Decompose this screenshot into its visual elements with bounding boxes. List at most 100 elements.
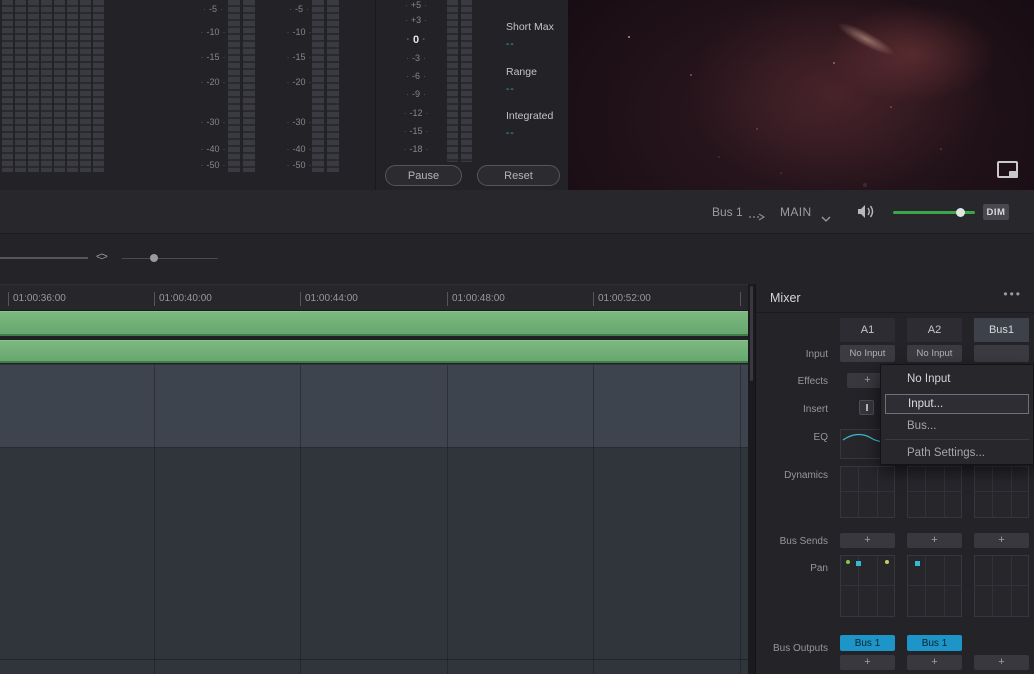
meter-scale: -5 -10 -15 -20 -30 -40 -50 bbox=[196, 0, 230, 170]
loudness-scale-label: -15 bbox=[396, 126, 436, 136]
timeline-ruler[interactable]: 01:00:36:00 01:00:40:00 01:00:44:00 01:00:4… bbox=[0, 284, 748, 311]
vertical-scrollbar[interactable] bbox=[748, 284, 755, 674]
input-context-menu: No Input Input... Bus... Path Settings..… bbox=[880, 364, 1034, 465]
level-meter-bar bbox=[80, 0, 91, 172]
mixer-title: Mixer bbox=[770, 291, 801, 305]
loudness-scale-label: -12 bbox=[396, 108, 436, 118]
monitor-source-select[interactable]: Bus 1 bbox=[712, 205, 743, 219]
meter-scale-label: -50 bbox=[196, 160, 230, 170]
row-label-effects: Effects bbox=[797, 376, 828, 387]
dynamics-display[interactable] bbox=[840, 466, 895, 518]
audio-clip-track2[interactable] bbox=[0, 340, 748, 363]
add-bus-send-button[interactable]: + bbox=[840, 533, 895, 548]
channel-header[interactable]: A2 bbox=[907, 318, 962, 342]
menu-item-no-input[interactable]: No Input bbox=[885, 369, 1029, 389]
dynamics-display[interactable] bbox=[907, 466, 962, 518]
insert-button[interactable] bbox=[859, 400, 874, 415]
ruler-tick bbox=[154, 292, 155, 306]
speaker-icon[interactable] bbox=[857, 204, 876, 224]
video-viewer bbox=[568, 0, 1034, 190]
pan-pad[interactable] bbox=[907, 555, 962, 617]
ruler-timecode: 01:00:48:00 bbox=[452, 293, 505, 304]
pan-position-marker bbox=[856, 561, 861, 566]
zoom-knob[interactable] bbox=[150, 254, 158, 262]
meter-scale-label: -40 bbox=[282, 144, 316, 154]
video-highlight bbox=[834, 18, 898, 61]
add-bus-output-button[interactable]: + bbox=[974, 655, 1029, 670]
row-label-bus-outputs: Bus Outputs bbox=[772, 643, 828, 654]
stat-label: Range bbox=[506, 66, 537, 78]
ruler-timecode: 01:00:52:00 bbox=[598, 293, 651, 304]
bus-output-button[interactable]: Bus 1 bbox=[840, 635, 895, 651]
bus-output-button[interactable]: Bus 1 bbox=[907, 635, 962, 651]
add-bus-output-button[interactable]: + bbox=[907, 655, 962, 670]
meter-scale-label: -30 bbox=[196, 117, 230, 127]
input-select[interactable] bbox=[974, 345, 1029, 362]
channel-strip-a2: A2 No Input + + Bus 1 + bbox=[907, 284, 962, 674]
scrollbar-thumb[interactable] bbox=[750, 286, 753, 381]
loudness-scale-label: -9 bbox=[396, 89, 436, 99]
channel-header[interactable]: Bus1 bbox=[974, 318, 1029, 342]
video-particles bbox=[628, 36, 630, 38]
pan-pad[interactable] bbox=[974, 555, 1029, 617]
ruler-tick bbox=[300, 292, 301, 306]
add-bus-send-button[interactable]: + bbox=[907, 533, 962, 548]
timeline[interactable]: 01:00:36:00 01:00:40:00 01:00:44:00 01:00:4… bbox=[0, 284, 748, 674]
add-bus-send-button[interactable]: + bbox=[974, 533, 1029, 548]
loudness-scale: +5 +3 0 -3 -6 -9 -12 -15 -18 bbox=[396, 0, 436, 170]
loudness-stat-short-max: Short Max -- bbox=[506, 21, 566, 50]
meter-scale-label: -20 bbox=[196, 77, 230, 87]
input-select[interactable]: No Input bbox=[907, 345, 962, 362]
horizontal-scrollbar[interactable] bbox=[0, 257, 88, 259]
monitor-target-select[interactable]: MAIN bbox=[780, 205, 812, 219]
pan-dot-left bbox=[846, 560, 850, 564]
add-bus-output-button[interactable]: + bbox=[840, 655, 895, 670]
menu-item-input[interactable]: Input... bbox=[885, 394, 1029, 414]
meter-scale-label: -30 bbox=[282, 117, 316, 127]
meter-scale-label: -15 bbox=[196, 52, 230, 62]
row-label-dynamics: Dynamics bbox=[784, 470, 828, 481]
picture-in-picture-icon[interactable] bbox=[997, 161, 1018, 178]
channel-strip-a1: A1 No Input + + Bus 1 + bbox=[840, 284, 895, 674]
loudness-reset-button[interactable]: Reset bbox=[477, 165, 560, 186]
horizontal-zoom-icon[interactable]: <> bbox=[96, 251, 108, 263]
menu-item-bus[interactable]: Bus... bbox=[885, 416, 1029, 436]
loudness-scale-label: -3 bbox=[396, 53, 436, 63]
dynamics-display[interactable] bbox=[974, 466, 1029, 518]
meter-scale-label: -5 bbox=[282, 4, 316, 14]
timeline-background bbox=[0, 447, 748, 674]
ruler-tick bbox=[8, 292, 9, 306]
loudness-meter-bar bbox=[447, 0, 458, 162]
level-meter-bar bbox=[15, 0, 26, 172]
pan-dot-right bbox=[885, 560, 889, 564]
dim-button[interactable]: DIM bbox=[983, 204, 1009, 220]
row-label-eq: EQ bbox=[813, 432, 828, 443]
meter-scale-label: -10 bbox=[196, 27, 230, 37]
insert-icon bbox=[865, 404, 868, 411]
track-lane[interactable] bbox=[0, 365, 748, 447]
zoom-slider[interactable] bbox=[122, 254, 218, 262]
monitor-volume-slider[interactable] bbox=[893, 208, 975, 217]
ruler-timecode: 01:00:40:00 bbox=[159, 293, 212, 304]
pan-pad[interactable] bbox=[840, 555, 895, 617]
monitoring-bar: Bus 1 MAIN DIM bbox=[0, 190, 1034, 234]
menu-item-path-settings[interactable]: Path Settings... bbox=[885, 443, 1029, 463]
loudness-scale-label: -18 bbox=[396, 144, 436, 154]
chevron-down-icon[interactable] bbox=[821, 209, 831, 227]
pan-position-marker bbox=[915, 561, 920, 566]
ruler-timecode: 01:00:36:00 bbox=[13, 293, 66, 304]
input-select[interactable]: No Input bbox=[840, 345, 895, 362]
stat-label: Integrated bbox=[506, 110, 554, 122]
channel-header[interactable]: A1 bbox=[840, 318, 895, 342]
level-meter-bar bbox=[41, 0, 52, 172]
stat-value: -- bbox=[506, 84, 515, 95]
meter-scale-label: -40 bbox=[196, 144, 230, 154]
loudness-stat-range: Range -- bbox=[506, 66, 566, 95]
row-label-pan: Pan bbox=[810, 563, 828, 574]
meter-scale-label: -50 bbox=[282, 160, 316, 170]
audio-clip-track1[interactable] bbox=[0, 311, 748, 336]
level-meter-bar bbox=[327, 0, 339, 172]
level-meter-bar bbox=[2, 0, 13, 172]
volume-knob[interactable] bbox=[956, 208, 965, 217]
row-label-insert: Insert bbox=[802, 404, 828, 415]
